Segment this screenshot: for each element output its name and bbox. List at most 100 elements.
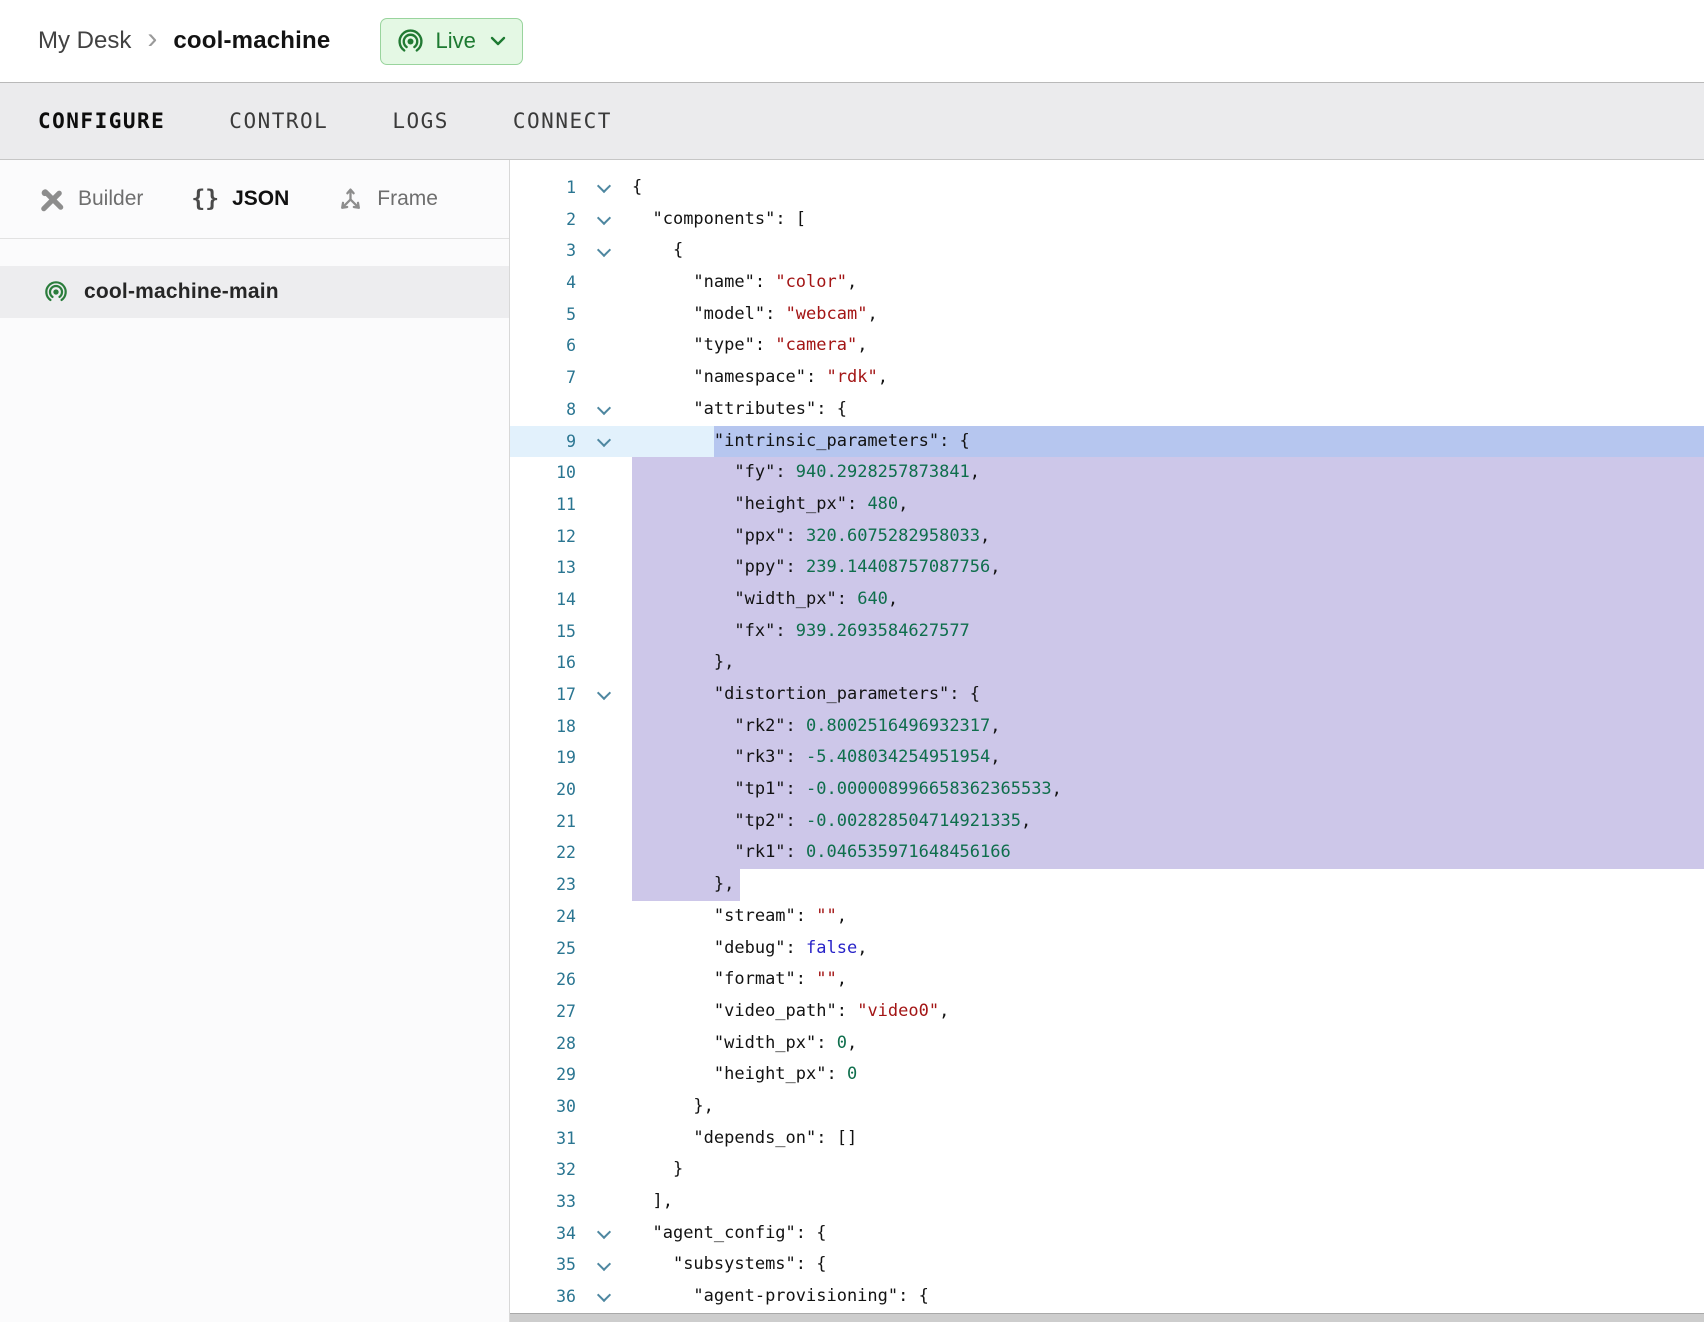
editor-gutter: 4 xyxy=(510,267,632,299)
tab-connect[interactable]: CONNECT xyxy=(513,109,612,133)
code-line[interactable]: 17 "distortion_parameters": { xyxy=(510,679,1704,711)
app-header: My Desk › cool-machine Live xyxy=(0,0,1704,83)
breadcrumb-current: cool-machine xyxy=(173,27,330,55)
breadcrumb-separator-icon: › xyxy=(147,22,157,56)
line-number: 31 xyxy=(510,1123,576,1155)
line-number: 1 xyxy=(510,172,576,204)
main-tab-bar: CONFIGURE CONTROL LOGS CONNECT xyxy=(0,83,1704,160)
code-line[interactable]: 26 "format": "", xyxy=(510,964,1704,996)
code-line[interactable]: 35 "subsystems": { xyxy=(510,1249,1704,1281)
line-number: 8 xyxy=(510,394,576,426)
code-text: } xyxy=(632,1159,683,1179)
code-line[interactable]: 2 "components": [ xyxy=(510,204,1704,236)
code-line[interactable]: 5 "model": "webcam", xyxy=(510,299,1704,331)
code-line[interactable]: 33 ], xyxy=(510,1186,1704,1218)
line-number: 27 xyxy=(510,996,576,1028)
line-number: 36 xyxy=(510,1281,576,1313)
code-line[interactable]: 22 "rk1": 0.046535971648456166 xyxy=(510,837,1704,869)
fold-chevron-icon[interactable] xyxy=(597,686,611,700)
selection-highlight xyxy=(632,647,1704,679)
code-line[interactable]: 21 "tp2": -0.002828504714921335, xyxy=(510,806,1704,838)
tab-configure[interactable]: CONFIGURE xyxy=(38,109,165,133)
code-text: }, xyxy=(632,652,734,672)
line-number: 9 xyxy=(510,426,576,458)
code-line[interactable]: 24 "stream": "", xyxy=(510,901,1704,933)
editor-gutter: 26 xyxy=(510,964,632,996)
fold-chevron-icon[interactable] xyxy=(597,1225,611,1239)
line-number: 35 xyxy=(510,1249,576,1281)
code-text: "rk2": 0.8002516496932317, xyxy=(632,716,1001,736)
code-line[interactable]: 12 "ppx": 320.6075282958033, xyxy=(510,521,1704,553)
code-line[interactable]: 1{ xyxy=(510,172,1704,204)
tab-logs[interactable]: LOGS xyxy=(392,109,449,133)
fold-chevron-icon[interactable] xyxy=(597,1288,611,1302)
code-line[interactable]: 11 "height_px": 480, xyxy=(510,489,1704,521)
code-line[interactable]: 18 "rk2": 0.8002516496932317, xyxy=(510,711,1704,743)
editor-gutter: 7 xyxy=(510,362,632,394)
json-code-editor[interactable]: 1{2 "components": [3 {4 "name": "color",… xyxy=(510,160,1704,1322)
code-line[interactable]: 28 "width_px": 0, xyxy=(510,1028,1704,1060)
code-line[interactable]: 36 "agent-provisioning": { xyxy=(510,1281,1704,1313)
editor-gutter: 17 xyxy=(510,679,632,711)
code-text: "ppy": 239.14408757087756, xyxy=(632,557,1001,577)
code-text: "stream": "", xyxy=(632,906,847,926)
code-line[interactable]: 14 "width_px": 640, xyxy=(510,584,1704,616)
mode-frame[interactable]: Frame xyxy=(337,186,438,213)
code-line[interactable]: 27 "video_path": "video0", xyxy=(510,996,1704,1028)
live-badge-label: Live xyxy=(435,28,475,54)
code-line[interactable]: 7 "namespace": "rdk", xyxy=(510,362,1704,394)
line-number: 12 xyxy=(510,521,576,553)
code-text: "rk3": -5.408034254951954, xyxy=(632,747,1001,767)
mode-builder[interactable]: Builder xyxy=(38,186,143,213)
mode-json[interactable]: {} JSON xyxy=(191,186,289,212)
code-line[interactable]: 4 "name": "color", xyxy=(510,267,1704,299)
editor-mode-toggle: Builder {} JSON Frame xyxy=(0,160,509,239)
code-line[interactable]: 20 "tp1": -0.000008996658362365533, xyxy=(510,774,1704,806)
code-line[interactable]: 19 "rk3": -5.408034254951954, xyxy=(510,742,1704,774)
line-number: 3 xyxy=(510,235,576,267)
fold-chevron-icon[interactable] xyxy=(597,401,611,415)
tab-control[interactable]: CONTROL xyxy=(229,109,328,133)
breadcrumb-parent[interactable]: My Desk xyxy=(38,27,131,55)
code-line[interactable]: 30 }, xyxy=(510,1091,1704,1123)
horizontal-scrollbar[interactable] xyxy=(510,1313,1704,1322)
editor-gutter: 19 xyxy=(510,742,632,774)
editor-gutter: 35 xyxy=(510,1249,632,1281)
code-text: ], xyxy=(632,1191,673,1211)
code-line[interactable]: 15 "fx": 939.2693584627577 xyxy=(510,616,1704,648)
fold-chevron-icon[interactable] xyxy=(597,433,611,447)
code-line[interactable]: 13 "ppy": 239.14408757087756, xyxy=(510,552,1704,584)
chevron-down-icon xyxy=(490,36,506,46)
editor-gutter: 12 xyxy=(510,521,632,553)
code-text: "intrinsic_parameters": { xyxy=(632,431,970,451)
code-text: { xyxy=(632,177,642,197)
code-line[interactable]: 25 "debug": false, xyxy=(510,933,1704,965)
line-number: 20 xyxy=(510,774,576,806)
config-sidebar: Builder {} JSON Frame xyxy=(0,160,510,1322)
line-number: 21 xyxy=(510,806,576,838)
code-line[interactable]: 31 "depends_on": [] xyxy=(510,1123,1704,1155)
editor-gutter: 3 xyxy=(510,235,632,267)
line-number: 26 xyxy=(510,964,576,996)
code-line[interactable]: 23 }, xyxy=(510,869,1704,901)
code-line[interactable]: 29 "height_px": 0 xyxy=(510,1059,1704,1091)
resource-item-cool-machine-main[interactable]: cool-machine-main xyxy=(0,266,509,318)
code-line[interactable]: 9 "intrinsic_parameters": { xyxy=(510,426,1704,458)
code-text: "width_px": 0, xyxy=(632,1033,857,1053)
fold-chevron-icon[interactable] xyxy=(597,211,611,225)
code-line[interactable]: 10 "fy": 940.2928257873841, xyxy=(510,457,1704,489)
code-line[interactable]: 32 } xyxy=(510,1154,1704,1186)
fold-chevron-icon[interactable] xyxy=(597,243,611,257)
code-line[interactable]: 34 "agent_config": { xyxy=(510,1218,1704,1250)
fold-chevron-icon[interactable] xyxy=(597,1257,611,1271)
mode-builder-label: Builder xyxy=(78,187,143,211)
code-text: }, xyxy=(632,1096,714,1116)
broadcast-icon xyxy=(397,28,424,55)
code-text: "debug": false, xyxy=(632,938,867,958)
code-line[interactable]: 8 "attributes": { xyxy=(510,394,1704,426)
code-line[interactable]: 16 }, xyxy=(510,647,1704,679)
live-status-dropdown[interactable]: Live xyxy=(380,18,522,65)
code-line[interactable]: 6 "type": "camera", xyxy=(510,330,1704,362)
fold-chevron-icon[interactable] xyxy=(597,179,611,193)
code-line[interactable]: 3 { xyxy=(510,235,1704,267)
